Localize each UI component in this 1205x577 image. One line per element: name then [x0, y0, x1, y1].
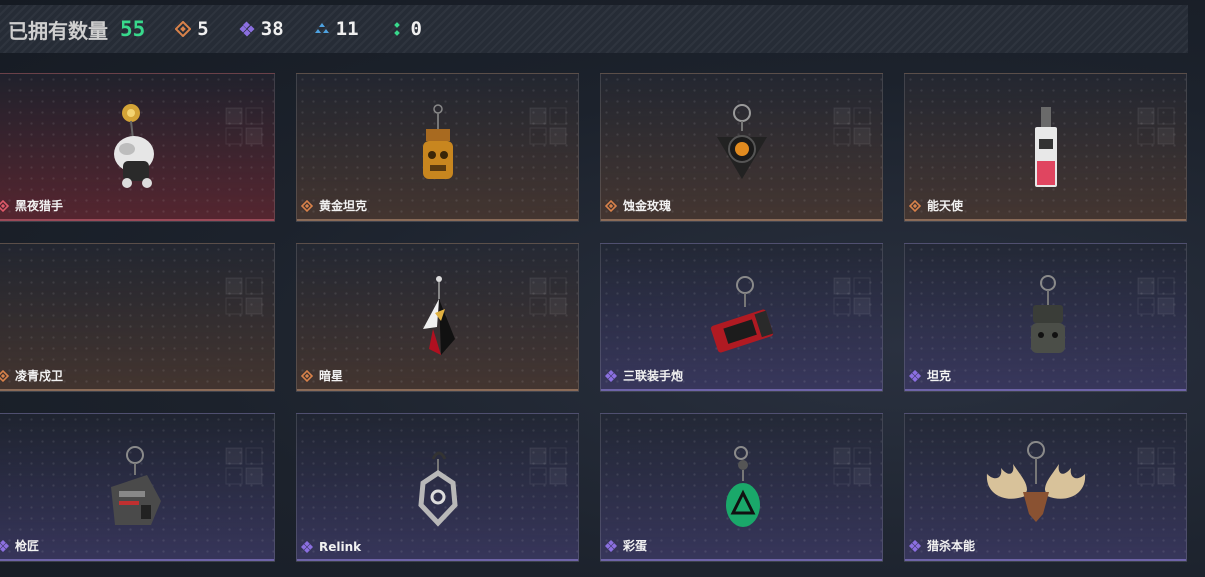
item-label: 三联装手炮	[605, 367, 683, 384]
card-grid-decoration	[833, 107, 871, 145]
item-name: Relink	[319, 540, 362, 554]
gold-rose-charm-icon	[716, 104, 767, 179]
item-name: 黑夜猎手	[15, 199, 64, 213]
purple-diamond-icon	[909, 369, 921, 382]
item-card[interactable]: 凌青戍卫	[0, 243, 275, 392]
gunsmith-charm-icon	[110, 446, 161, 525]
owned-count-title: 已拥有数量	[8, 18, 108, 43]
item-card[interactable]: 黄金坦克	[296, 73, 579, 222]
relink-charm-icon	[417, 451, 458, 527]
item-card[interactable]: 三联装手炮	[600, 243, 883, 392]
angel-charm-icon	[1034, 107, 1057, 187]
item-card[interactable]: 坦克	[904, 243, 1187, 392]
item-name: 蚀金玫瑰	[623, 199, 672, 213]
item-card[interactable]: 能天使	[904, 73, 1187, 222]
item-label: 猎杀本能	[909, 537, 975, 554]
card-grid-decoration	[225, 107, 263, 145]
card-grid-decoration	[225, 447, 263, 485]
green-dots-icon	[389, 21, 405, 37]
card-grid-decoration	[833, 447, 871, 485]
golden-tank-charm-icon	[422, 104, 453, 179]
hunting-instinct-charm-icon	[986, 441, 1086, 522]
item-label: 暗星	[301, 367, 343, 384]
stat-green: 0	[389, 18, 422, 40]
purple-diamond-icon	[301, 541, 313, 553]
orange-diamond-icon	[909, 199, 921, 212]
card-grid-decoration	[1137, 107, 1175, 145]
purple-diamond-icon	[605, 369, 617, 382]
item-card[interactable]: 彩蛋	[600, 413, 883, 562]
item-name: 凌青戍卫	[15, 369, 64, 383]
item-label: 黄金坦克	[301, 197, 367, 214]
tank-charm-icon	[1030, 275, 1065, 353]
item-card[interactable]: Relink	[296, 413, 579, 562]
item-label: 凌青戍卫	[0, 367, 63, 384]
item-name: 枪匠	[15, 539, 40, 553]
purple-diamond-icon	[239, 21, 255, 37]
card-grid-decoration	[529, 277, 567, 315]
owned-total-count: 55	[120, 17, 146, 41]
orange-diamond-icon	[175, 21, 192, 37]
triple-hand-cannon-charm-icon	[710, 276, 773, 353]
stat-orange-count: 5	[197, 18, 209, 40]
item-name: 彩蛋	[623, 539, 648, 553]
orange-diamond-icon	[301, 369, 313, 382]
item-name: 猎杀本能	[927, 539, 976, 553]
item-label: 坦克	[909, 367, 951, 384]
item-name: 暗星	[319, 369, 344, 383]
item-card[interactable]: 枪匠	[0, 413, 275, 562]
stat-blue-count: 11	[335, 18, 359, 40]
dark-star-charm-icon	[422, 276, 455, 355]
item-label: 枪匠	[0, 537, 39, 554]
item-label: 能天使	[909, 197, 963, 214]
item-card[interactable]: 猎杀本能	[904, 413, 1187, 562]
owned-count-bar: 已拥有数量 55 5 38 11 0	[0, 5, 1188, 53]
item-name: 坦克	[927, 369, 952, 383]
card-grid-decoration	[529, 107, 567, 145]
card-grid-decoration	[225, 277, 263, 315]
item-name: 能天使	[927, 199, 964, 213]
night-hunter-charm-icon	[113, 104, 154, 188]
item-card[interactable]: 蚀金玫瑰	[600, 73, 883, 222]
item-label: 蚀金玫瑰	[605, 197, 671, 214]
stat-green-count: 0	[410, 18, 422, 40]
red-diamond-icon	[0, 199, 9, 212]
orange-diamond-icon	[301, 199, 313, 212]
stat-orange: 5	[175, 18, 209, 40]
purple-diamond-icon	[0, 539, 9, 552]
easter-egg-charm-icon	[725, 446, 760, 527]
stat-blue: 11	[314, 18, 359, 40]
stat-purple: 38	[239, 18, 284, 40]
purple-diamond-icon	[605, 539, 617, 552]
orange-diamond-icon	[605, 199, 617, 212]
item-card[interactable]: 黑夜猎手	[0, 73, 275, 222]
stat-purple-count: 38	[260, 18, 284, 40]
item-card[interactable]: 暗星	[296, 243, 579, 392]
card-grid-decoration	[833, 277, 871, 315]
card-grid-decoration	[529, 447, 567, 485]
item-label: 黑夜猎手	[0, 197, 63, 214]
item-name: 黄金坦克	[319, 199, 368, 213]
item-name: 三联装手炮	[623, 369, 684, 383]
item-label: 彩蛋	[605, 537, 647, 554]
card-grid-decoration	[1137, 277, 1175, 315]
card-grid-decoration	[1137, 447, 1175, 485]
orange-diamond-icon	[0, 369, 9, 382]
purple-diamond-icon	[909, 539, 921, 552]
blue-triad-icon	[314, 21, 330, 37]
item-label: Relink	[301, 540, 361, 554]
